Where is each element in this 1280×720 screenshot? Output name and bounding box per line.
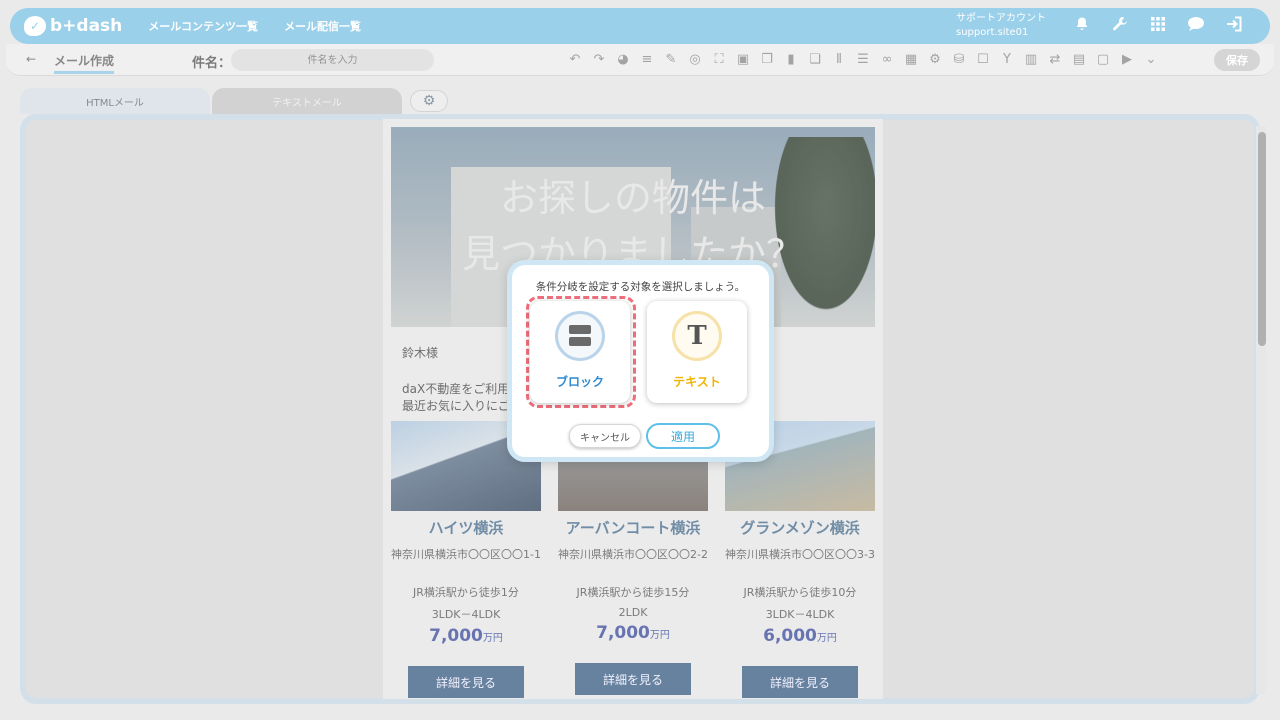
option-text[interactable]: T テキスト <box>647 301 747 403</box>
block-icon <box>555 311 605 361</box>
condition-target-dialog: 条件分岐を設定する対象を選択しましょう。 ブロック T テキスト キャンセル 適… <box>507 260 774 462</box>
dialog-prompt: 条件分岐を設定する対象を選択しましょう。 <box>535 281 746 293</box>
option-text-label: テキスト <box>673 375 721 389</box>
apply-button[interactable]: 適用 <box>646 423 720 449</box>
option-block[interactable]: ブロック <box>530 301 630 403</box>
text-icon: T <box>672 311 722 361</box>
text-icon-glyph: T <box>687 321 707 351</box>
cancel-button[interactable]: キャンセル <box>569 424 641 448</box>
option-block-label: ブロック <box>555 375 604 389</box>
